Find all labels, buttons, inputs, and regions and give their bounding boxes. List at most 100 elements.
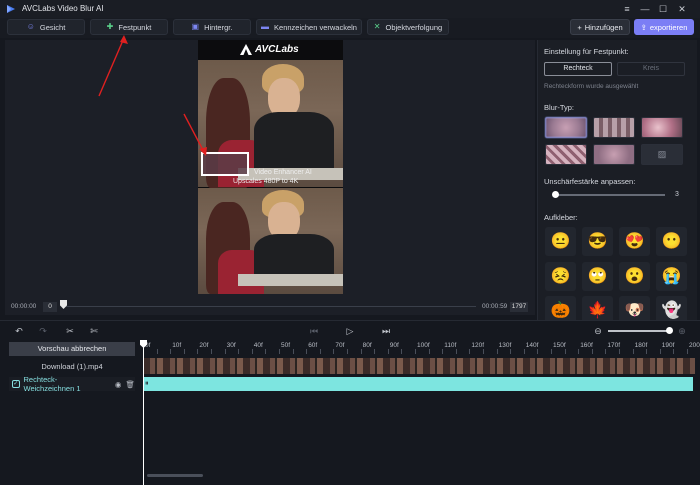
timeline-scrollbar[interactable] <box>147 474 203 477</box>
undo-icon[interactable]: ↶ <box>13 325 25 337</box>
blur-type-pixelate[interactable] <box>593 144 635 165</box>
blur-type-soft[interactable] <box>641 117 683 138</box>
sticker-rolling-eyes-face-icon[interactable]: 🙄 <box>582 262 613 291</box>
sticker-heart-eyes-face-icon[interactable]: 😍 <box>619 227 650 256</box>
timeline-zoom-handle[interactable] <box>666 327 673 334</box>
sticker-persevering-face-icon[interactable]: 😣 <box>545 262 576 291</box>
ruler-tick <box>333 349 335 354</box>
blur-strength-handle[interactable] <box>552 191 559 198</box>
tab-fixed-point-label: Festpunkt <box>118 22 152 32</box>
ruler-tick <box>224 349 226 354</box>
timeline-divider <box>0 320 700 321</box>
shape-rectangle-button[interactable]: Rechteck <box>544 62 612 76</box>
zoom-out-icon[interactable]: ⊖ <box>592 325 604 337</box>
ruler-tick-label: 30f <box>226 342 236 349</box>
timeline-ruler[interactable]: 0f 10f 20f 30f 40f 50f 60f 70f 80f 90f 100f 110f 120… <box>143 340 700 354</box>
play-icon[interactable]: ▷ <box>344 325 356 337</box>
stop-preview-button[interactable]: Vorschau abbrechen <box>9 342 135 356</box>
split-icon[interactable]: ✂ <box>64 325 76 337</box>
ruler-tick <box>183 349 185 354</box>
blur-layer-bar[interactable] <box>143 377 693 391</box>
ruler-tick-label: 160f <box>580 342 593 349</box>
timeline-zoom-track[interactable] <box>608 330 672 332</box>
title-bar <box>0 0 700 18</box>
watermark-line2: Upscales 480P to 4K <box>233 178 299 185</box>
ruler-tick <box>401 349 403 354</box>
playhead[interactable] <box>143 340 144 485</box>
tab-license-plate[interactable]: ▬ Kennzeichen verwackeln <box>256 19 362 35</box>
zoom-in-icon[interactable]: ⊕ <box>676 325 688 337</box>
ruler-tick <box>632 349 634 354</box>
cut-icon[interactable]: ✄ <box>88 325 100 337</box>
ruler-tick <box>646 349 648 354</box>
ruler-tick <box>319 349 321 354</box>
sticker-surprised-face-icon[interactable]: 😮 <box>619 262 650 291</box>
redo-icon[interactable]: ↷ <box>37 325 49 337</box>
sticker-crying-face-icon[interactable]: 😭 <box>656 262 687 291</box>
ruler-tick-label: 200 <box>689 342 700 349</box>
tab-object-tracking-label: Objektverfolgung <box>385 22 443 32</box>
sticker-dog-icon[interactable]: 🐶 <box>619 296 650 320</box>
trash-icon[interactable]: 🗑 <box>125 380 135 389</box>
ruler-tick-label: 90f <box>389 342 399 349</box>
tab-object-tracking[interactable]: ✕ Objektverfolgung <box>367 19 449 35</box>
tab-background[interactable]: ▣ Hintergr. <box>173 19 251 35</box>
export-button[interactable]: ⇪ exportieren <box>634 19 694 35</box>
layer-checkbox-icon[interactable]: ✓ <box>12 380 20 388</box>
preview-seek-track[interactable] <box>62 306 476 307</box>
sticker-maple-leaf-icon[interactable]: 🍁 <box>582 296 613 320</box>
sticker-sunglasses-face-icon[interactable]: 😎 <box>582 227 613 256</box>
ruler-tick <box>537 349 539 354</box>
video-track-name: Download (1).mp4 <box>41 362 103 371</box>
ruler-tick <box>387 349 389 354</box>
ruler-tick <box>306 349 308 354</box>
menu-icon[interactable]: ≡ <box>620 2 634 16</box>
sticker-no-mouth-face-icon[interactable]: 😶 <box>656 227 687 256</box>
blur-type-gaussian[interactable] <box>545 117 587 138</box>
plus-icon: + <box>577 22 582 32</box>
ruler-tick-label: 190f <box>661 342 675 349</box>
blur-layer-track[interactable]: ✓ Rechteck-Weichzeichnen 1 ◉ 🗑 <box>9 375 135 393</box>
ruler-tick <box>673 349 675 354</box>
add-button-label: Hinzufügen <box>584 22 623 32</box>
ruler-tick <box>279 349 280 354</box>
sticker-neutral-face-icon[interactable]: 😐 <box>545 227 576 256</box>
tab-face-label: Gesicht <box>39 22 66 32</box>
blur-strength-label: Unschärfestärke anpassen: <box>544 177 636 186</box>
eye-icon[interactable]: ◉ <box>115 380 122 389</box>
next-frame-icon[interactable]: ⏭ <box>380 325 392 337</box>
sticker-pumpkin-icon[interactable]: 🎃 <box>545 296 576 320</box>
ruler-tick <box>211 349 212 354</box>
ruler-tick <box>374 349 376 354</box>
image-icon[interactable]: ▨ <box>641 144 683 165</box>
object-tracking-icon: ✕ <box>373 22 381 31</box>
blur-type-label: Blur-Typ: <box>544 103 575 112</box>
ruler-tick-label: 140f <box>525 342 539 349</box>
shape-circle-button[interactable]: Kreis <box>617 62 685 76</box>
maximize-icon[interactable]: ☐ <box>656 2 670 16</box>
ruler-tick <box>238 349 240 354</box>
ruler-tick <box>442 349 444 354</box>
blur-layer-name: Rechteck-Weichzeichnen 1 <box>23 375 81 393</box>
layer-drag-handle-icon[interactable]: ⏸ <box>145 379 150 389</box>
tab-face[interactable]: ☺ Gesicht <box>7 19 85 35</box>
blur-strength-track[interactable] <box>555 194 665 196</box>
add-button[interactable]: + Hinzufügen <box>570 19 630 35</box>
crosshair-icon: ✚ <box>106 22 114 31</box>
ruler-tick <box>578 349 580 354</box>
video-filmstrip[interactable] <box>143 358 695 374</box>
app-title: AVCLabs Video Blur AI <box>22 4 104 13</box>
background-icon: ▣ <box>191 22 200 31</box>
previous-frame-icon[interactable]: ⏮ <box>308 325 320 337</box>
ruler-tick <box>483 349 484 354</box>
ruler-tick <box>156 349 158 354</box>
minimize-icon[interactable]: — <box>638 2 652 16</box>
close-icon[interactable]: ✕ <box>675 2 689 16</box>
export-button-label: exportieren <box>649 22 688 32</box>
blur-type-grain[interactable] <box>545 144 587 165</box>
ruler-tick <box>619 349 620 354</box>
blur-type-mosaic[interactable] <box>593 117 635 138</box>
ruler-tick-label: 50f <box>281 342 291 349</box>
sticker-ghost-icon[interactable]: 👻 <box>656 296 687 320</box>
preview-total-frames: 1797 <box>510 302 528 312</box>
